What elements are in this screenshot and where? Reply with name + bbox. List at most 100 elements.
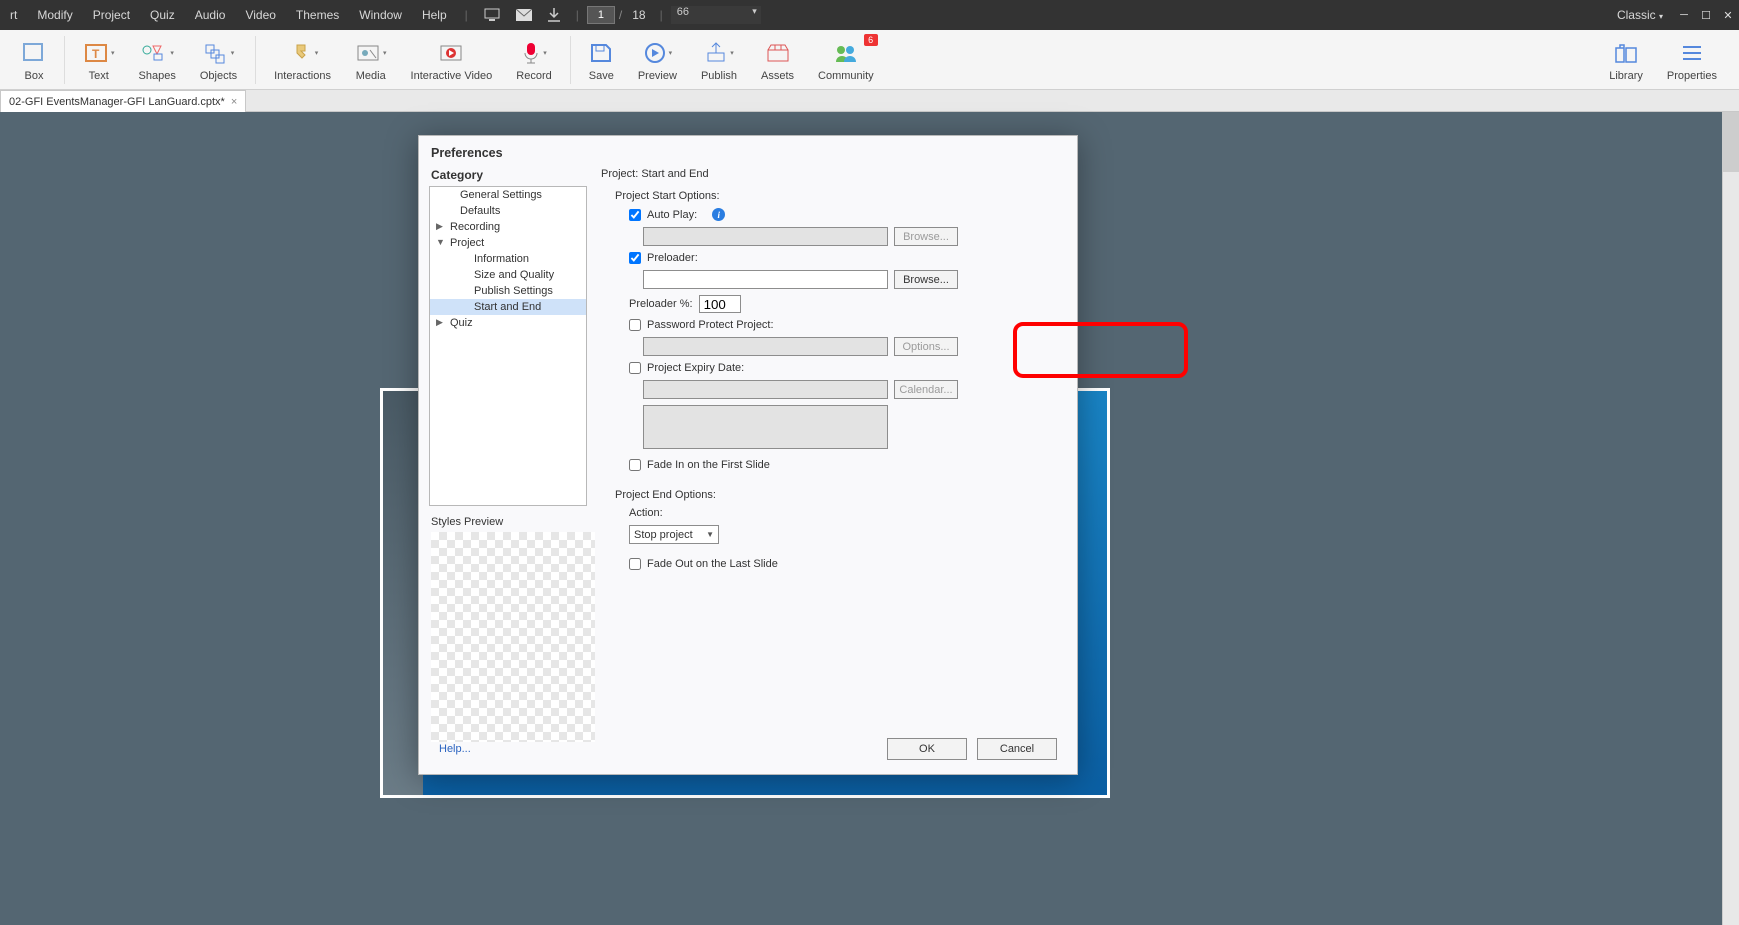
document-tabbar: 02-GFI EventsManager-GFI LanGuard.cptx* … xyxy=(0,90,1739,112)
menu-project[interactable]: Project xyxy=(83,8,140,22)
download-icon[interactable] xyxy=(540,8,568,22)
menu-audio[interactable]: Audio xyxy=(185,8,236,22)
library-icon xyxy=(1613,38,1639,68)
workspace-dropdown[interactable]: Classic ▾ xyxy=(1607,8,1673,22)
expiry-label: Project Expiry Date: xyxy=(647,362,744,374)
window-close-icon[interactable]: ✕ xyxy=(1717,4,1739,26)
mail-icon[interactable] xyxy=(508,9,540,21)
tree-size-quality[interactable]: Size and Quality xyxy=(430,267,586,283)
tree-information[interactable]: Information xyxy=(430,251,586,267)
page-total: 18 xyxy=(626,8,651,22)
slide-bg-left xyxy=(383,391,423,795)
ribbon-label: Community xyxy=(818,70,874,82)
tree-quiz[interactable]: ▶Quiz xyxy=(430,315,586,331)
interactions-icon: ▾ xyxy=(287,38,319,68)
ribbon-label: Assets xyxy=(761,70,794,82)
close-icon[interactable]: × xyxy=(231,96,237,108)
tree-general[interactable]: General Settings xyxy=(430,187,586,203)
ribbon-label: Publish xyxy=(701,70,737,82)
menu-modify[interactable]: Modify xyxy=(27,8,82,22)
menu-quiz[interactable]: Quiz xyxy=(140,8,185,22)
preloader-path-input[interactable] xyxy=(643,270,888,289)
styles-preview-area xyxy=(431,532,595,742)
ribbon-label: Objects xyxy=(200,70,237,82)
ribbon-interactive-video[interactable]: Interactive Video xyxy=(411,38,493,82)
tree-publish[interactable]: Publish Settings xyxy=(430,283,586,299)
separator: | xyxy=(652,8,671,22)
help-link[interactable]: Help... xyxy=(439,743,471,755)
autoplay-path-input xyxy=(643,227,888,246)
ribbon-objects[interactable]: ▾ Objects xyxy=(200,38,237,82)
zoom-dropdown[interactable]: 66 xyxy=(671,6,761,24)
fadein-checkbox[interactable] xyxy=(629,459,641,471)
menu-window[interactable]: Window xyxy=(349,8,412,22)
ribbon-label: Save xyxy=(589,70,614,82)
ok-button[interactable]: OK xyxy=(887,738,967,760)
tree-start-end[interactable]: Start and End xyxy=(430,299,586,315)
separator: | xyxy=(568,8,587,22)
vertical-scrollbar[interactable] xyxy=(1722,112,1739,925)
action-label: Action: xyxy=(629,507,663,519)
ribbon-publish[interactable]: ▾ Publish xyxy=(701,38,737,82)
ribbon-divider xyxy=(64,36,65,84)
start-options-label: Project Start Options: xyxy=(615,190,1067,202)
autoplay-checkbox[interactable] xyxy=(629,209,641,221)
ribbon-properties[interactable]: Properties xyxy=(1667,38,1717,82)
category-tree: General Settings Defaults ▶Recording ▼Pr… xyxy=(429,186,587,506)
password-label: Password Protect Project: xyxy=(647,319,774,331)
tree-project[interactable]: ▼Project xyxy=(430,235,586,251)
info-icon[interactable]: i xyxy=(712,208,725,221)
page-current-input[interactable] xyxy=(587,6,615,24)
ribbon-assets[interactable]: Assets xyxy=(761,38,794,82)
ribbon-media[interactable]: ▾ Media xyxy=(355,38,387,82)
preloader-label: Preloader: xyxy=(647,252,698,264)
file-tab[interactable]: 02-GFI EventsManager-GFI LanGuard.cptx* … xyxy=(0,90,246,112)
password-input xyxy=(643,337,888,356)
preloader-checkbox[interactable] xyxy=(629,252,641,264)
ribbon-save[interactable]: Save xyxy=(589,38,614,82)
objects-icon: ▾ xyxy=(203,38,235,68)
ribbon-preview[interactable]: ▾ Preview xyxy=(638,38,677,82)
preferences-dialog: Preferences Category Project: Start and … xyxy=(418,135,1078,775)
text-icon: T▾ xyxy=(83,38,115,68)
expiry-checkbox[interactable] xyxy=(629,362,641,374)
cancel-button[interactable]: Cancel xyxy=(977,738,1057,760)
chevron-down-icon[interactable]: ▼ xyxy=(436,237,445,247)
ribbon-record[interactable]: ▾ Record xyxy=(516,38,551,82)
menu-video[interactable]: Video xyxy=(235,8,285,22)
chevron-right-icon[interactable]: ▶ xyxy=(436,317,443,328)
ribbon-library[interactable]: Library xyxy=(1609,38,1643,82)
ribbon-box[interactable]: Box xyxy=(22,38,46,82)
action-dropdown[interactable]: Stop project▼ xyxy=(629,525,719,544)
expiry-input xyxy=(643,380,888,399)
calendar-button: Calendar... xyxy=(894,380,958,399)
record-icon: ▾ xyxy=(521,38,547,68)
ribbon-label: Box xyxy=(25,70,44,82)
monitor-icon[interactable] xyxy=(476,8,508,22)
ribbon-interactions[interactable]: ▾ Interactions xyxy=(274,38,331,82)
fadeout-checkbox[interactable] xyxy=(629,558,641,570)
ribbon-shapes[interactable]: ▾ Shapes xyxy=(139,38,176,82)
chevron-down-icon: ▼ xyxy=(706,530,714,539)
tree-recording[interactable]: ▶Recording xyxy=(430,219,586,235)
tree-defaults[interactable]: Defaults xyxy=(430,203,586,219)
password-checkbox[interactable] xyxy=(629,319,641,331)
preloader-pct-input[interactable] xyxy=(699,295,741,313)
ribbon-label: Text xyxy=(89,70,109,82)
scrollbar-thumb[interactable] xyxy=(1723,112,1739,172)
ribbon-community[interactable]: 6 Community xyxy=(818,38,874,82)
chevron-right-icon[interactable]: ▶ xyxy=(436,221,443,232)
browse-preloader-button[interactable]: Browse... xyxy=(894,270,958,289)
ribbon-divider xyxy=(570,36,571,84)
expiry-message-input xyxy=(643,405,888,449)
fadeout-label: Fade Out on the Last Slide xyxy=(647,558,778,570)
window-minimize-icon[interactable]: ─ xyxy=(1673,4,1695,26)
save-icon xyxy=(589,38,613,68)
browse-autoplay-button: Browse... xyxy=(894,227,958,246)
menu-help[interactable]: Help xyxy=(412,8,457,22)
menu-rt[interactable]: rt xyxy=(0,8,27,22)
ribbon-label: Record xyxy=(516,70,551,82)
ribbon-text[interactable]: T▾ Text xyxy=(83,38,115,82)
menu-themes[interactable]: Themes xyxy=(286,8,349,22)
window-maximize-icon[interactable]: ☐ xyxy=(1695,4,1717,26)
